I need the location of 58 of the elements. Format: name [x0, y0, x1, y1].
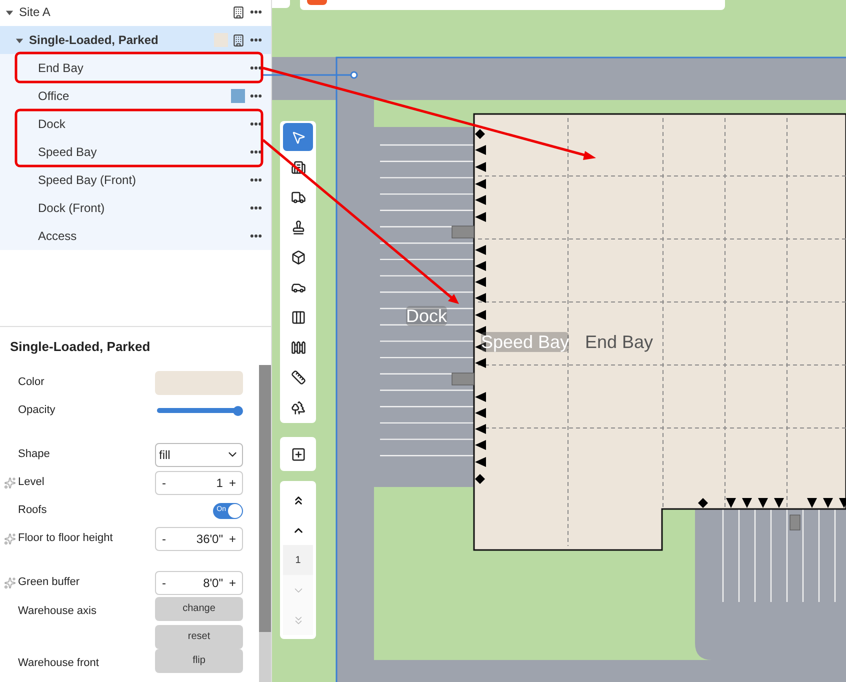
- stepper-value: 8'0": [202, 574, 224, 592]
- tree-row[interactable]: Dock (Front): [0, 194, 271, 222]
- tree-label: Speed Bay (Front): [38, 172, 136, 189]
- map-label: Dock: [406, 306, 448, 326]
- scrollbar-thumb[interactable]: [259, 365, 271, 632]
- pointer-icon[interactable]: [283, 123, 313, 151]
- building-icon[interactable]: [232, 34, 245, 46]
- stepper-value: 36'0": [195, 530, 224, 548]
- color-field[interactable]: [155, 370, 243, 394]
- building-icon[interactable]: [232, 6, 245, 18]
- field-label: Color: [18, 375, 46, 390]
- increment-button[interactable]: +: [228, 474, 236, 492]
- opacity-slider[interactable]: [155, 406, 243, 416]
- field-label: Shape: [18, 447, 51, 462]
- increment-button[interactable]: +: [228, 530, 236, 548]
- tree-label: Site A: [19, 4, 50, 21]
- tree-label: Access: [38, 228, 77, 245]
- field-label: Roofs: [18, 503, 48, 518]
- tree-label: Dock: [38, 116, 66, 133]
- decrement-button[interactable]: -: [162, 574, 166, 592]
- tree-row[interactable]: Dock: [0, 110, 271, 138]
- select-value: fill: [159, 446, 172, 464]
- tree-row[interactable]: Speed Bay (Front): [0, 166, 271, 194]
- stepper-value: 1: [215, 474, 224, 492]
- add-frame-icon[interactable]: [290, 446, 306, 462]
- shape-select[interactable]: fill: [155, 442, 243, 466]
- action-button[interactable]: change: [155, 596, 243, 620]
- tree-row[interactable]: Access: [0, 222, 271, 250]
- field-label: Green buffer: [18, 575, 81, 590]
- map-label: Speed Bay: [481, 332, 570, 352]
- number-stepper[interactable]: - 8'0" +: [155, 570, 243, 594]
- level-number: 1: [283, 545, 313, 575]
- tree-label: Office: [38, 88, 70, 105]
- field-label: Level: [18, 475, 46, 490]
- field-label: Warehouse front: [18, 656, 100, 670]
- tree-row[interactable]: End Bay: [0, 54, 271, 82]
- action-button[interactable]: flip: [155, 648, 243, 672]
- tree-row[interactable]: Single-Loaded, Parked: [0, 26, 271, 54]
- slider-thumb[interactable]: [233, 406, 243, 416]
- tree-row[interactable]: Office: [0, 82, 271, 110]
- tree-row[interactable]: Speed Bay: [0, 138, 271, 166]
- field-label: Opacity: [18, 403, 56, 418]
- scrollbar[interactable]: [259, 365, 271, 682]
- decrement-button[interactable]: -: [162, 530, 166, 548]
- action-button[interactable]: reset: [155, 624, 243, 648]
- number-stepper[interactable]: - 36'0" +: [155, 526, 243, 550]
- app-icon[interactable]: [307, 0, 327, 5]
- map-label: End Bay: [585, 332, 654, 352]
- tree-label: End Bay: [38, 60, 84, 77]
- panel-title: Single-Loaded, Parked: [9, 338, 152, 356]
- number-stepper[interactable]: - 1 +: [155, 470, 243, 494]
- tree-label: Speed Bay: [38, 144, 97, 161]
- field-label: Warehouse axis: [18, 604, 98, 618]
- increment-button[interactable]: +: [228, 574, 236, 592]
- tree-label: Dock (Front): [38, 200, 105, 217]
- tree-label: Single-Loaded, Parked: [29, 32, 158, 49]
- decrement-button[interactable]: -: [162, 474, 166, 492]
- field-label: Floor to floor height: [18, 531, 114, 546]
